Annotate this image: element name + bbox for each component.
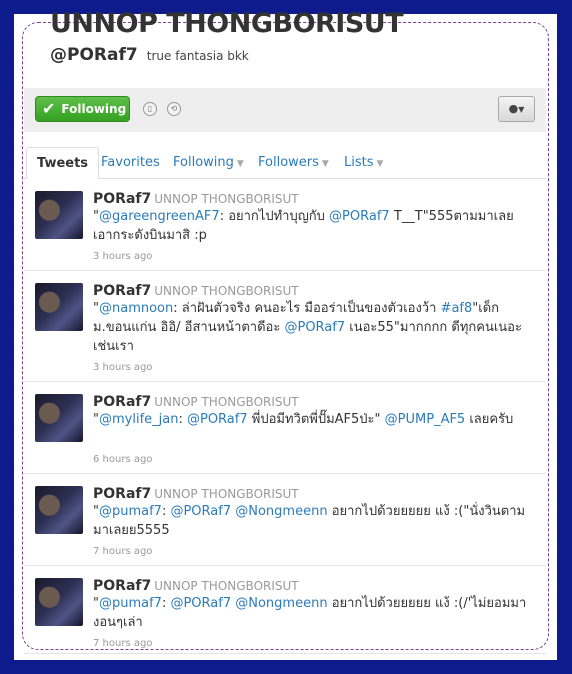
tweet-timestamp[interactable]: 6 hours ago [93,454,152,465]
tweet-fullname: UNNOP THONGBORISUT [154,192,299,206]
tweet-item[interactable]: PORaf7 UNNOP THONGBORISUT "@namnoon: ล่าฝั… [24,271,546,382]
tab-followers[interactable]: Followers ▼ [258,147,329,178]
tweet-username[interactable]: PORaf7 [93,191,151,207]
tweet-text: "@namnoon: ล่าฝันตัวจริง คนอะไร มืออร่าเ… [93,299,533,356]
tweet-timestamp[interactable]: 3 hours ago [93,362,152,373]
tab-following[interactable]: Following ▼ [173,147,244,178]
profile-tabs: Tweets Favorites Following ▼ Followers ▼ L… [24,147,546,179]
tweet-header: PORaf7 UNNOP THONGBORISUT [93,483,299,502]
tweet-username[interactable]: PORaf7 [93,283,151,299]
tweet-item[interactable]: PORaf7 UNNOP THONGBORISUT "@gareengreenAF7… [24,179,546,271]
tweet-text-segment: : [178,412,187,427]
mention-link[interactable]: @PUMP_AF5 [385,412,466,427]
tweet-text-segment: : ล่าฝันตัวจริง คนอะไร มืออร่าเป็นของตัว… [173,301,441,316]
tweet-fullname: UNNOP THONGBORISUT [154,284,299,298]
avatar[interactable] [35,283,83,331]
tweet-text-segment: พี่ปอมีทวิตพี่ปั๊มAF5ป่ะ" [247,412,385,427]
tweet-fullname: UNNOP THONGBORISUT [154,395,299,409]
tweet-fullname: UNNOP THONGBORISUT [154,487,299,501]
hashtag-link[interactable]: #af8 [441,301,473,316]
mention-link[interactable]: @gareengreenAF7 [99,209,220,224]
tweet-text-segment: : อยากไปทำบุญกับ [219,209,330,224]
tweet-header: PORaf7 UNNOP THONGBORISUT [93,391,299,410]
following-button[interactable]: ✔ Following [35,96,130,122]
tweet-text: "@pumaf7: @PORaf7 @Nongmeenn อยากไปด้วยย… [93,594,533,632]
mention-link[interactable]: @Nongmeenn [235,504,327,519]
avatar[interactable] [35,394,83,442]
user-actions-button[interactable]: ●▼ [498,96,535,122]
mention-link[interactable]: @pumaf7 [99,504,162,519]
profile-handle-line: @PORaf7 true fantasia bkk [50,45,249,65]
tweet-item[interactable]: PORaf7 UNNOP THONGBORISUT "@pumaf7: @PORaf… [24,566,546,654]
tweet-timestamp[interactable]: 7 hours ago [93,638,152,649]
profile-action-bar: ✔ Following ▯ ⟲ ●▼ [24,88,546,132]
tweet-text: "@pumaf7: @PORaf7 @Nongmeenn อยากไปด้วยย… [93,502,533,540]
tweet-text: "@mylife_jan: @PORaf7 พี่ปอมีทวิตพี่ปั๊ม… [93,410,533,429]
tweet-text: "@gareengreenAF7: อยากไปทำบุญกับ @PORaf7… [93,207,533,245]
mention-link[interactable]: @Nongmeenn [235,596,327,611]
chevron-down-icon: ▼ [236,159,244,169]
mention-link[interactable]: @PORaf7 [284,320,345,335]
tab-lists[interactable]: Lists ▼ [344,147,383,178]
tab-tweets[interactable]: Tweets [26,147,100,179]
person-icon: ● [508,102,519,115]
mention-link[interactable]: @PORaf7 [170,504,231,519]
tweet-item[interactable]: PORaf7 UNNOP THONGBORISUT "@mylife_jan: @P… [24,382,546,474]
profile-handle[interactable]: @PORaf7 [50,45,138,65]
mention-link[interactable]: @PORaf7 [187,412,248,427]
retweet-toggle-icon[interactable]: ⟲ [167,102,181,116]
tweet-timestamp[interactable]: 7 hours ago [93,546,152,557]
tab-favorites[interactable]: Favorites [101,147,160,178]
tweet-header: PORaf7 UNNOP THONGBORISUT [93,188,299,207]
mention-link[interactable]: @namnoon [99,301,173,316]
chevron-down-icon: ▼ [321,159,329,169]
device-icon[interactable]: ▯ [143,102,157,116]
tweet-fullname: UNNOP THONGBORISUT [154,579,299,593]
avatar[interactable] [35,486,83,534]
following-button-label: Following [61,102,127,116]
tweet-text-segment: เลยครับ [465,412,514,427]
chevron-down-icon: ▼ [518,105,525,114]
mention-link[interactable]: @PORaf7 [329,209,390,224]
tweet-username[interactable]: PORaf7 [93,578,151,594]
tweet-username[interactable]: PORaf7 [93,394,151,410]
tweet-header: PORaf7 UNNOP THONGBORISUT [93,575,299,594]
profile-bio: true fantasia bkk [146,49,249,63]
tweet-timestamp[interactable]: 3 hours ago [93,251,152,262]
tweet-header: PORaf7 UNNOP THONGBORISUT [93,280,299,299]
tweet-item[interactable]: PORaf7 UNNOP THONGBORISUT "@pumaf7: @PORaf… [24,474,546,566]
mention-link[interactable]: @PORaf7 [170,596,231,611]
tweet-username[interactable]: PORaf7 [93,486,151,502]
profile-full-name: UNNOP THONGBORISUT [50,8,404,39]
mention-link[interactable]: @mylife_jan [99,412,178,427]
check-icon: ✔ [42,99,56,118]
mention-link[interactable]: @pumaf7 [99,596,162,611]
chevron-down-icon: ▼ [376,159,384,169]
avatar[interactable] [35,191,83,239]
avatar[interactable] [35,578,83,626]
